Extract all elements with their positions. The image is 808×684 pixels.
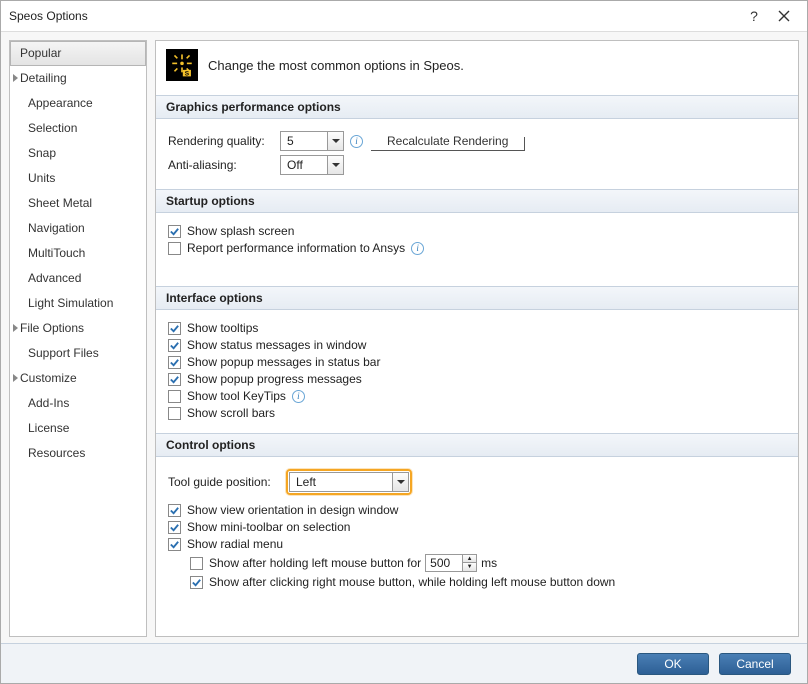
tool-guide-dropdown[interactable]: Left xyxy=(289,472,409,492)
popupstatus-label: Show popup messages in status bar xyxy=(187,355,380,369)
spinner-up-icon[interactable]: ▲ xyxy=(463,555,476,563)
report-label: Report performance information to Ansys xyxy=(187,241,405,255)
minitoolbar-label: Show mini-toolbar on selection xyxy=(187,520,350,534)
statuswin-checkbox-row[interactable]: Show status messages in window xyxy=(168,338,786,352)
popupprogress-label: Show popup progress messages xyxy=(187,372,362,386)
checkbox[interactable] xyxy=(190,557,203,570)
popupstatus-checkbox-row[interactable]: Show popup messages in status bar xyxy=(168,355,786,369)
section-graphics-header: Graphics performance options xyxy=(156,95,798,119)
sidebar-item-file-options[interactable]: File Options xyxy=(10,316,146,341)
checkbox[interactable] xyxy=(168,538,181,551)
checkbox[interactable] xyxy=(168,242,181,255)
splash-checkbox-row[interactable]: Show splash screen xyxy=(168,224,786,238)
radial-checkbox-row[interactable]: Show radial menu xyxy=(168,537,786,551)
sidebar-item-snap[interactable]: Snap xyxy=(10,141,146,166)
help-button[interactable]: ? xyxy=(739,5,769,27)
main-panel: S Change the most common options in Speo… xyxy=(155,40,799,637)
statuswin-label: Show status messages in window xyxy=(187,338,366,352)
vieworient-label: Show view orientation in design window xyxy=(187,503,398,517)
info-icon[interactable] xyxy=(411,242,424,255)
sidebar-item-license[interactable]: License xyxy=(10,416,146,441)
holdleft-unit: ms xyxy=(481,556,497,570)
tool-guide-label: Tool guide position: xyxy=(168,475,286,489)
rendering-quality-dropdown[interactable]: 5 xyxy=(280,131,344,151)
sidebar-item-add-ins[interactable]: Add-Ins xyxy=(10,391,146,416)
svg-text:S: S xyxy=(185,71,190,78)
sidebar-item-sheet-metal[interactable]: Sheet Metal xyxy=(10,191,146,216)
ok-button[interactable]: OK xyxy=(637,653,709,675)
spinner-down-icon[interactable]: ▼ xyxy=(463,563,476,571)
app-icon: S xyxy=(166,49,198,81)
checkbox[interactable] xyxy=(168,225,181,238)
sidebar-item-support-files[interactable]: Support Files xyxy=(10,341,146,366)
antialiasing-dropdown[interactable]: Off xyxy=(280,155,344,175)
scrollbars-checkbox-row[interactable]: Show scroll bars xyxy=(168,406,786,420)
window-title: Speos Options xyxy=(9,9,739,23)
holdleft-value: 500 xyxy=(426,556,462,570)
sidebar-item-popular[interactable]: Popular xyxy=(10,41,146,66)
sidebar-item-selection[interactable]: Selection xyxy=(10,116,146,141)
rendering-quality-label: Rendering quality: xyxy=(168,134,280,148)
page-title: Change the most common options in Speos. xyxy=(208,58,464,73)
holdleft-label: Show after holding left mouse button for xyxy=(209,556,421,570)
sidebar-item-appearance[interactable]: Appearance xyxy=(10,91,146,116)
splash-label: Show splash screen xyxy=(187,224,294,238)
minitoolbar-checkbox-row[interactable]: Show mini-toolbar on selection xyxy=(168,520,786,534)
keytips-checkbox-row[interactable]: Show tool KeyTips xyxy=(168,389,786,403)
checkbox[interactable] xyxy=(168,504,181,517)
keytips-label: Show tool KeyTips xyxy=(187,389,286,403)
checkbox[interactable] xyxy=(168,373,181,386)
clickright-label: Show after clicking right mouse button, … xyxy=(209,575,615,589)
chevron-down-icon[interactable] xyxy=(392,473,408,491)
chevron-down-icon[interactable] xyxy=(327,132,343,150)
checkbox[interactable] xyxy=(168,339,181,352)
info-icon[interactable] xyxy=(292,390,305,403)
checkbox[interactable] xyxy=(168,407,181,420)
chevron-down-icon[interactable] xyxy=(327,156,343,174)
popupprogress-checkbox-row[interactable]: Show popup progress messages xyxy=(168,372,786,386)
sidebar-item-navigation[interactable]: Navigation xyxy=(10,216,146,241)
checkbox[interactable] xyxy=(168,322,181,335)
clickright-checkbox-row[interactable]: Show after clicking right mouse button, … xyxy=(190,575,786,589)
cancel-button[interactable]: Cancel xyxy=(719,653,791,675)
titlebar: Speos Options ? xyxy=(1,1,807,31)
info-icon[interactable] xyxy=(350,135,363,148)
sidebar-item-customize[interactable]: Customize xyxy=(10,366,146,391)
checkbox[interactable] xyxy=(190,576,203,589)
vieworient-checkbox-row[interactable]: Show view orientation in design window xyxy=(168,503,786,517)
sidebar-item-advanced[interactable]: Advanced xyxy=(10,266,146,291)
section-control-header: Control options xyxy=(156,433,798,457)
tool-guide-value: Left xyxy=(290,475,392,489)
checkbox[interactable] xyxy=(168,521,181,534)
sidebar: PopularDetailingAppearanceSelectionSnapU… xyxy=(9,40,147,637)
antialiasing-value: Off xyxy=(281,158,327,172)
section-interface-header: Interface options xyxy=(156,286,798,310)
holdleft-spinner[interactable]: 500 ▲▼ xyxy=(425,554,477,572)
section-startup-header: Startup options xyxy=(156,189,798,213)
antialiasing-label: Anti-aliasing: xyxy=(168,158,280,172)
tooltips-label: Show tooltips xyxy=(187,321,258,335)
close-button[interactable] xyxy=(769,5,799,27)
sidebar-item-units[interactable]: Units xyxy=(10,166,146,191)
tooltips-checkbox-row[interactable]: Show tooltips xyxy=(168,321,786,335)
scrollbars-label: Show scroll bars xyxy=(187,406,275,420)
sidebar-item-multitouch[interactable]: MultiTouch xyxy=(10,241,146,266)
sidebar-item-detailing[interactable]: Detailing xyxy=(10,66,146,91)
sidebar-item-light-simulation[interactable]: Light Simulation xyxy=(10,291,146,316)
sidebar-item-resources[interactable]: Resources xyxy=(10,441,146,466)
rendering-quality-value: 5 xyxy=(281,134,327,148)
checkbox[interactable] xyxy=(168,390,181,403)
recalculate-rendering-button[interactable]: Recalculate Rendering xyxy=(371,132,524,151)
footer: OK Cancel xyxy=(1,643,807,683)
holdleft-checkbox-row[interactable]: Show after holding left mouse button for… xyxy=(190,554,786,572)
radial-label: Show radial menu xyxy=(187,537,283,551)
report-checkbox-row[interactable]: Report performance information to Ansys xyxy=(168,241,786,255)
checkbox[interactable] xyxy=(168,356,181,369)
